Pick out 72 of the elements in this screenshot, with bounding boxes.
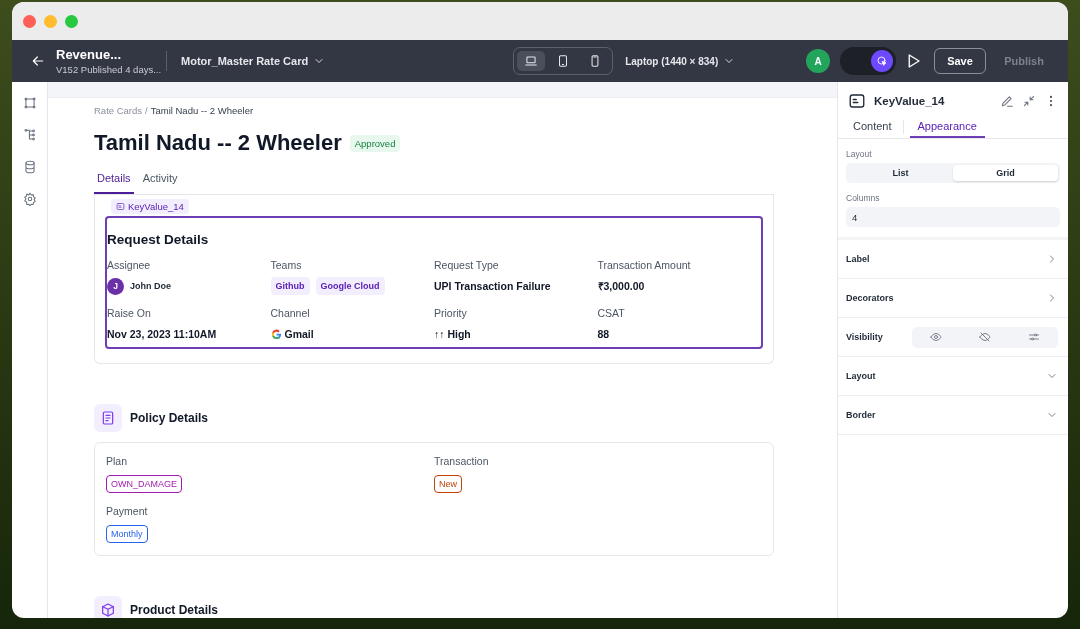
breadcrumb-separator: /	[145, 105, 148, 116]
mode-toggle[interactable]	[840, 47, 896, 75]
frame-icon[interactable]	[22, 96, 37, 110]
field-label: Layout	[846, 149, 873, 159]
eye-icon[interactable]	[930, 331, 943, 343]
panel-section[interactable]: Label	[838, 240, 1068, 279]
eye-off-icon[interactable]	[979, 331, 991, 343]
columns-field[interactable]: 4	[846, 207, 1060, 227]
field-value: UPI Transaction Failure	[434, 280, 551, 292]
cursor-icon	[876, 55, 888, 67]
section-title: Product Details	[130, 603, 219, 617]
field-value: ₹3,000.00	[597, 279, 645, 293]
field-label: Plan	[106, 455, 128, 467]
app-title: Revenue...	[56, 47, 123, 62]
device-button[interactable]	[517, 51, 546, 71]
component-name: KeyValue_14	[874, 95, 946, 107]
team-tag: Github	[270, 277, 310, 295]
field-label: Transaction	[434, 455, 490, 467]
panel-tab[interactable]: Appearance	[909, 120, 985, 138]
breadcrumb-link[interactable]: Rate Cards	[94, 105, 143, 116]
panel-section[interactable]: Layout	[838, 357, 1068, 396]
avatar: J	[107, 277, 124, 295]
field-label: Request Type	[434, 259, 500, 271]
page-title: Tamil Nadu -- 2 Wheeler	[94, 130, 342, 156]
selected-component[interactable]: Request Details Assignee J John Doe Teams Github Google Cloud Request Type UPI Transaction Failure Transaction Amount ₹3,000.00 Raise On Nov 23, 2023 11:10AM Channel Gmail Priority ↑↑ High CSAT 88	[105, 216, 763, 349]
value-tag: New	[434, 475, 462, 493]
field-label: Channel	[270, 307, 311, 319]
back-arrow-icon	[30, 53, 46, 69]
panel-section[interactable]: Visibility	[838, 318, 1068, 357]
pencil-icon[interactable]	[1000, 94, 1014, 108]
field-value: ↑↑ High	[434, 328, 471, 340]
close-button[interactable]	[23, 14, 36, 28]
google-icon	[270, 328, 282, 340]
panel-section[interactable]: Decorators	[838, 279, 1068, 318]
database-icon[interactable]	[22, 160, 37, 174]
field-label: CSAT	[597, 307, 626, 319]
tree-icon[interactable]	[22, 128, 37, 142]
status-badge: Approved	[349, 134, 401, 152]
panel-section[interactable]: Border	[838, 396, 1068, 435]
section-title: Policy Details	[130, 411, 209, 425]
panel-tab[interactable]: Content	[848, 120, 897, 138]
back-button[interactable]	[30, 53, 46, 69]
value-tag: OWN_DAMAGE	[106, 475, 182, 493]
field-value: 88	[597, 328, 610, 340]
value-tag: Monthly	[106, 525, 148, 543]
save-button[interactable]: Save	[934, 48, 986, 74]
field-value: John Doe	[130, 281, 171, 291]
field-value: Gmail	[284, 328, 314, 340]
layout-option[interactable]: List	[848, 165, 953, 181]
settings-icon[interactable]	[22, 192, 37, 206]
page-dropdown[interactable]: Motor_Master Rate Card	[181, 55, 326, 67]
sliders-icon[interactable]	[1027, 331, 1040, 343]
layout-option[interactable]: Grid	[953, 165, 1058, 181]
field-label: Columns	[846, 193, 881, 203]
tab[interactable]: Activity	[139, 172, 181, 194]
viewport-dropdown[interactable]: Laptop (1440 × 834)	[625, 55, 736, 67]
field-label: Payment	[106, 505, 149, 517]
collapse-icon[interactable]	[1022, 94, 1036, 108]
team-tag: Google Cloud	[315, 277, 385, 295]
field-label: Assignee	[107, 259, 152, 271]
field-label: Transaction Amount	[597, 259, 692, 271]
field-value: Nov 23, 2023 11:10AM	[107, 328, 217, 340]
version-status: V152 Published 4 days...	[56, 64, 160, 75]
field-label: Raise On	[107, 307, 152, 319]
field-label: Teams	[270, 259, 303, 271]
card-title: Request Details	[107, 232, 210, 247]
field-label: Priority	[434, 307, 468, 319]
component-tag: KeyValue_14	[111, 199, 189, 214]
component-icon	[848, 92, 866, 110]
breadcrumb-current: Tamil Nadu -- 2 Wheeler	[150, 105, 254, 116]
component-icon	[116, 202, 125, 211]
laptop-icon	[524, 54, 539, 68]
